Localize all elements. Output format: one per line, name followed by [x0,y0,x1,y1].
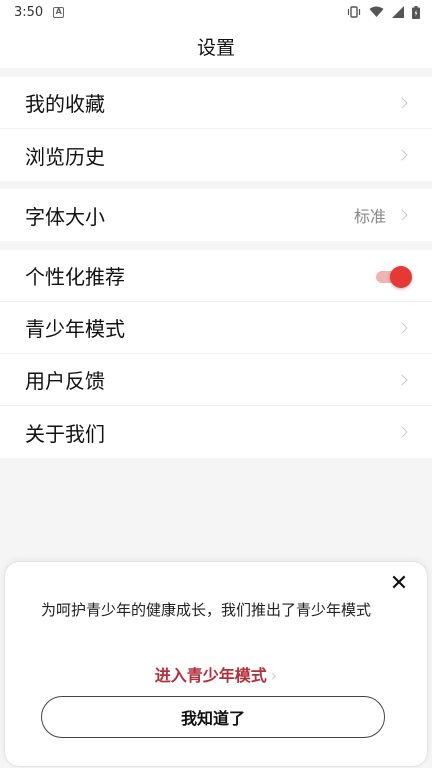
settings-item-youth-mode[interactable]: 青少年模式 [0,302,432,354]
youth-mode-dialog: ✕ 为呵护青少年的健康成长，我们推出了青少年模式 进入青少年模式 › 我知道了 [5,562,427,766]
chevron-right-icon [396,321,408,334]
settings-item-font-size[interactable]: 字体大小 标准 [0,189,432,241]
settings-item-label: 用户反馈 [25,369,105,393]
vibrate-icon [347,6,361,18]
close-icon[interactable]: ✕ [389,573,409,595]
settings-item-label: 个性化推荐 [25,265,125,289]
app-notification-icon: A [53,6,65,18]
chevron-right-icon [396,209,408,221]
settings-item-label: 我的收藏 [25,92,105,116]
chevron-right-icon [396,96,408,109]
settings-item-personalized-recommendation: 个性化推荐 [0,250,432,302]
settings-item-label: 字体大小 [25,204,105,229]
settings-group-general: 个性化推荐 青少年模式 用户反馈 关于我们 [0,250,432,458]
settings-group-content: 我的收藏 浏览历史 [0,77,432,181]
signal-icon [392,6,404,18]
confirm-button[interactable]: 我知道了 [41,696,385,738]
settings-item-label: 浏览历史 [25,144,105,169]
wifi-icon [369,6,384,17]
settings-group-display: 字体大小 标准 [0,189,432,241]
settings-item-history[interactable]: 浏览历史 [0,129,432,181]
chevron-right-icon [396,373,408,386]
battery-icon [412,5,420,19]
page-title: 设置 [0,24,432,68]
settings-item-label: 关于我们 [25,421,105,446]
personalized-recommendation-toggle[interactable] [376,265,412,288]
status-bar: 3:50 A [0,0,432,24]
settings-item-favorites[interactable]: 我的收藏 [0,77,432,129]
settings-item-about[interactable]: 关于我们 [0,406,432,458]
toggle-knob [390,265,412,288]
chevron-right-icon [396,149,408,161]
font-size-value: 标准 [353,207,386,226]
chevron-right-icon: › [270,666,278,685]
chevron-right-icon [396,426,408,438]
dialog-message: 为呵护青少年的健康成长，我们推出了青少年模式 [41,601,372,619]
status-time: 3:50 [14,4,44,20]
settings-item-feedback[interactable]: 用户反馈 [0,354,432,406]
enter-youth-mode-link[interactable]: 进入青少年模式 › [5,662,427,686]
settings-item-label: 青少年模式 [25,317,125,341]
enter-youth-mode-label: 进入青少年模式 [154,666,267,685]
